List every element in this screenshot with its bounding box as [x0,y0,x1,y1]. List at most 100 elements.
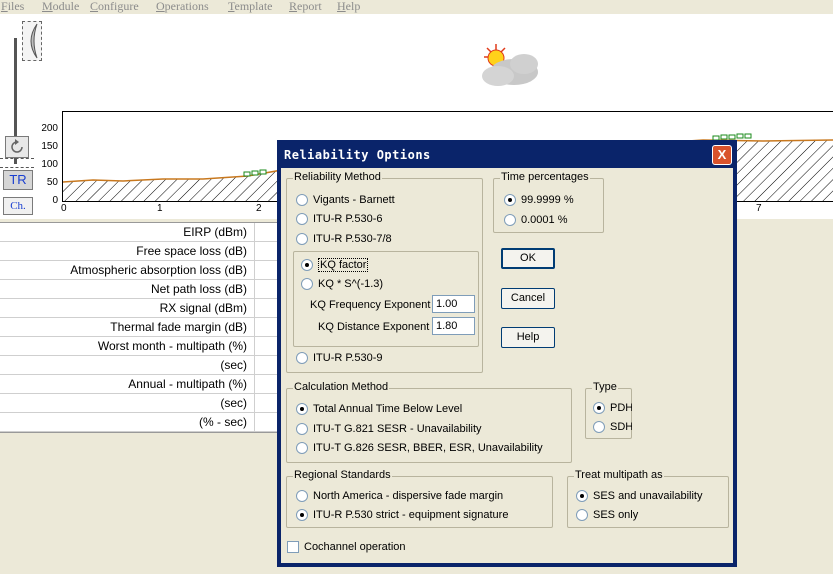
reliability-method-group: Reliability Method Vigants - Barnett ITU… [286,171,483,373]
table-row: RX signal (dBm) [0,299,280,318]
table-row: Free space loss (dB) [0,242,280,261]
radio-icon [296,423,308,435]
cancel-button[interactable]: Cancel [501,288,555,309]
menu-bar: Files Module Configure Operations Templa… [0,0,833,14]
menu-module[interactable]: Module [42,0,79,14]
kq-frequency-exponent-input[interactable]: 1.00 [432,295,475,313]
option-label: KQ factor [318,258,369,272]
station-rack [0,158,34,168]
antenna-dish-icon[interactable] [22,21,42,61]
option-label: SES and unavailability [593,490,703,502]
radio-icon [301,259,313,271]
kq-distance-exponent-label: KQ Distance Exponent [318,321,430,333]
channel-button[interactable]: Ch. [3,197,33,215]
row-label: Worst month - multipath (%) [97,339,247,353]
option-label: Total Annual Time Below Level [313,403,463,415]
table-row: (sec) [0,394,280,413]
reliability-options-dialog: Reliability Options X Reliability Method… [277,140,737,567]
row-label: Annual - multipath (%) [128,377,247,391]
dialog-body: Reliability Method Vigants - Barnett ITU… [281,168,733,563]
y-tick-label: 200 [41,123,58,134]
row-label: Net path loss (dB) [150,282,247,296]
rotate-icon[interactable] [5,136,29,158]
menu-report[interactable]: Report [289,0,322,14]
option-label: 0.0001 % [521,214,568,226]
radio-icon [296,509,308,521]
radio-icon [296,403,308,415]
radio-icon [301,278,313,290]
help-button[interactable]: Help [501,327,555,348]
menu-files[interactable]: Files [1,0,24,14]
option-label: Vigants - Barnett [313,194,395,206]
group-legend: Time percentages [500,171,590,183]
option-label: SES only [593,509,639,521]
group-legend: Reliability Method [293,171,382,183]
x-tick-label: 2 [256,203,262,214]
menu-template[interactable]: Template [228,0,272,14]
group-legend: Treat multipath as [574,469,664,481]
time-percentages-group: Time percentages 99.9999 % 0.0001 % [493,171,604,233]
weather-cloud-icon [482,44,538,86]
table-row: Worst month - multipath (%) [0,337,280,356]
menu-operations[interactable]: Operations [156,0,209,14]
radio-icon [296,352,308,364]
x-tick-label: 1 [157,203,163,214]
option-label: ITU-R P.530-6 [313,213,383,225]
option-label: PDH [610,402,632,414]
menu-configure[interactable]: Configure [90,0,139,14]
radio-icon [593,421,605,433]
table-row: Net path loss (dB) [0,280,280,299]
row-label: (sec) [220,396,247,410]
checkbox-icon [287,541,299,553]
kq-frequency-exponent-label: KQ Frequency Exponent [310,299,431,311]
menu-help[interactable]: Help [337,0,360,14]
radio-icon [576,509,588,521]
regional-standards-group: Regional Standards North America - dispe… [286,469,553,528]
option-label: ITU-R P.530-9 [313,352,383,364]
table-row: Atmospheric absorption loss (dB) [0,261,280,280]
row-label: (% - sec) [199,415,247,429]
radio-icon [504,194,516,206]
radio-icon [296,442,308,454]
radio-icon [296,490,308,502]
table-row: EIRP (dBm) [0,223,280,242]
ok-button[interactable]: OK [501,248,555,269]
radio-icon [296,194,308,206]
group-legend: Calculation Method [293,381,390,393]
treat-multipath-group: Treat multipath as SES and unavailabilit… [567,469,729,528]
group-legend: Regional Standards [293,469,392,481]
results-table: EIRP (dBm) Free space loss (dB) Atmosphe… [0,222,280,433]
option-label: ITU-R P.530 strict - equipment signature [313,509,509,521]
option-label: ITU-T G.826 SESR, BBER, ESR, Unavailabil… [313,442,543,454]
row-label: (sec) [220,358,247,372]
option-label: ITU-R P.530-7/8 [313,233,392,245]
option-label: Cochannel operation [304,541,406,553]
option-label: North America - dispersive fade margin [313,490,504,502]
radio-icon [296,213,308,225]
row-label: Free space loss (dB) [136,244,247,258]
row-label: EIRP (dBm) [183,225,247,239]
row-label: Thermal fade margin (dB) [110,320,247,334]
radio-icon [296,233,308,245]
option-label: KQ * S^(-1.3) [318,278,384,290]
type-group: Type PDH SDH [585,381,632,439]
close-button[interactable]: X [712,145,732,165]
option-label: SDH [610,421,632,433]
radio-icon [576,490,588,502]
option-label: ITU-T G.821 SESR - Unavailability [313,423,482,435]
x-tick-label: 7 [756,203,762,214]
radio-icon [504,214,516,226]
kq-subgroup: KQ factor KQ * S^(-1.3) KQ Frequency Exp… [293,251,479,347]
kq-distance-exponent-input[interactable]: 1.80 [432,317,475,335]
table-row: (% - sec) [0,413,280,432]
radio-icon [593,402,605,414]
option-label: 99.9999 % [521,194,574,206]
calculation-method-group: Calculation Method Total Annual Time Bel… [286,381,572,463]
row-label: RX signal (dBm) [159,301,247,315]
table-row: (sec) [0,356,280,375]
x-tick-label: 0 [61,203,67,214]
dialog-title: Reliability Options [278,141,736,168]
table-row: Annual - multipath (%) [0,375,280,394]
table-row: Thermal fade margin (dB) [0,318,280,337]
tr-button[interactable]: TR [3,170,33,190]
